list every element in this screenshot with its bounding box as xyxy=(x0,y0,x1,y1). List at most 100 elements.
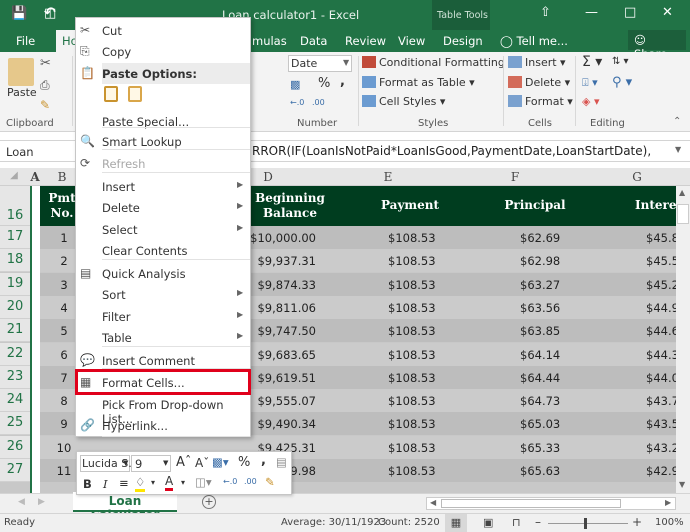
paste-button[interactable]: Paste xyxy=(7,86,37,99)
zoom-slider[interactable] xyxy=(548,523,628,524)
cell-beginning-balance[interactable]: $9,619.51 xyxy=(240,371,316,385)
col-header-d[interactable]: D xyxy=(258,170,278,184)
scroll-up-icon[interactable]: ▲ xyxy=(679,188,685,197)
merge-center-icon[interactable]: ▤ xyxy=(276,455,287,469)
decrease-decimal-icon[interactable]: .00 xyxy=(244,477,257,486)
cell-pmt-no[interactable]: 5 xyxy=(54,324,74,338)
menu-item-table[interactable]: Table ▶ xyxy=(76,327,250,348)
cell-principal[interactable]: $62.98 xyxy=(520,254,580,268)
cell-payment[interactable]: $108.53 xyxy=(388,324,448,338)
cell-principal[interactable]: $64.44 xyxy=(520,371,580,385)
menu-item-insert[interactable]: Insert ▶ xyxy=(76,176,250,197)
tell-me-box[interactable]: ◯ Tell me... xyxy=(500,34,568,48)
clear-icon[interactable]: ◈ ▾ xyxy=(582,95,599,108)
cell-payment[interactable]: $108.53 xyxy=(388,394,448,408)
cell-principal[interactable]: $63.56 xyxy=(520,301,580,315)
cell-payment[interactable]: $108.53 xyxy=(388,231,448,245)
cell-principal[interactable]: $65.03 xyxy=(520,417,580,431)
sheet-tab-loan-calculator[interactable]: Loan Calculator xyxy=(73,492,177,522)
add-sheet-button[interactable]: + xyxy=(202,495,216,509)
menu-item-quick-analysis[interactable]: ▤ Quick Analysis xyxy=(76,263,250,284)
number-format-select[interactable]: Date ▼ xyxy=(288,55,352,72)
zoom-in-button[interactable]: + xyxy=(632,515,642,529)
expand-formula-icon[interactable]: ▼ xyxy=(675,145,681,154)
save-button[interactable]: 💾 xyxy=(11,6,27,21)
col-header-g[interactable]: G xyxy=(627,170,647,184)
insert-cells-button[interactable]: Insert ▾ xyxy=(508,56,566,69)
menu-item-pick-from-dropdown[interactable]: Pick From Drop-down List... xyxy=(76,394,250,426)
cell-principal[interactable]: $65.63 xyxy=(520,464,580,478)
ribbon-display-icon[interactable]: ⇧ xyxy=(540,5,551,20)
fill-color-dropdown[interactable]: ▾ xyxy=(151,478,155,487)
cell-payment[interactable]: $108.53 xyxy=(388,278,448,292)
row-header[interactable]: 25 xyxy=(0,412,30,436)
paste-keep-source-icon[interactable] xyxy=(104,86,118,102)
minimize-icon[interactable]: — xyxy=(585,5,598,20)
undo-button[interactable]: ↶ xyxy=(44,5,56,21)
tab-file[interactable]: File xyxy=(16,34,35,48)
row-header[interactable]: 26 xyxy=(0,435,30,459)
increase-font-size-icon[interactable]: Aˆ xyxy=(176,455,191,470)
cell-pmt-no[interactable]: 8 xyxy=(54,394,74,408)
cell-beginning-balance[interactable]: $9,490.34 xyxy=(240,417,316,431)
comma-style-button[interactable]: , xyxy=(261,453,266,468)
menu-item-clear-contents[interactable]: Clear Contents xyxy=(76,240,250,261)
sort-filter-icon[interactable]: ⇅ ▾ xyxy=(612,56,629,67)
row-header[interactable]: 24 xyxy=(0,389,30,413)
conditional-formatting-button[interactable]: Conditional Formatting ▾ xyxy=(362,56,514,69)
menu-item-paste-special[interactable]: Paste Special... xyxy=(76,111,250,132)
menu-item-copy[interactable]: ⎘ Copy xyxy=(76,41,250,62)
scroll-thumb[interactable] xyxy=(677,204,689,224)
cell-beginning-balance[interactable]: $10,000.00 xyxy=(240,231,316,245)
prev-sheet-icon[interactable]: ◀ xyxy=(18,497,25,507)
cell-payment[interactable]: $108.53 xyxy=(388,301,448,315)
cell-beginning-balance[interactable]: $9,747.50 xyxy=(240,324,316,338)
cell-payment[interactable]: $108.53 xyxy=(388,417,448,431)
fill-icon[interactable]: ⍗ ▾ xyxy=(582,76,598,90)
row-header[interactable]: 20 xyxy=(0,295,30,319)
format-cells-ribbon-button[interactable]: Format ▾ xyxy=(508,95,573,108)
row-header-16[interactable]: 16 xyxy=(0,186,30,226)
formula-input[interactable]: RROR(IF(LoanIsNotPaid*LoanIsGood,Payment… xyxy=(252,144,651,158)
font-size-select[interactable]: 9 ▼ xyxy=(131,455,171,472)
row-header[interactable]: 19 xyxy=(0,272,30,296)
cell-principal[interactable]: $65.33 xyxy=(520,441,580,455)
header-principal[interactable]: Principal xyxy=(495,198,575,213)
menu-item-sort[interactable]: Sort ▶ xyxy=(76,284,250,305)
col-header-e[interactable]: E xyxy=(378,170,398,184)
select-all-corner[interactable]: ◢ xyxy=(8,170,20,181)
zoom-level[interactable]: 100% xyxy=(655,517,684,528)
horizontal-scrollbar[interactable]: ◀ ▶ xyxy=(426,497,676,510)
cell-beginning-balance[interactable]: $9,555.07 xyxy=(240,394,316,408)
menu-item-refresh[interactable]: ⟳ Refresh xyxy=(76,153,250,174)
header-payment[interactable]: Payment xyxy=(370,198,450,213)
tab-data[interactable]: Data xyxy=(300,34,327,48)
fill-color-icon[interactable]: ♢ xyxy=(135,475,146,492)
tab-formulas[interactable]: mulas xyxy=(252,34,287,48)
cell-principal[interactable]: $62.69 xyxy=(520,231,580,245)
row-header[interactable]: 17 xyxy=(0,226,30,249)
cell-pmt-no[interactable]: 6 xyxy=(54,348,74,362)
cell-beginning-balance[interactable]: $9,811.06 xyxy=(240,301,316,315)
scroll-left-icon[interactable]: ◀ xyxy=(430,498,436,507)
cell-principal[interactable]: $63.27 xyxy=(520,278,580,292)
comma-style-button[interactable]: , xyxy=(340,74,345,89)
row-header[interactable]: 27 xyxy=(0,459,30,482)
autosum-icon[interactable]: Σ ▾ xyxy=(582,54,602,70)
scroll-right-icon[interactable]: ▶ xyxy=(665,498,671,507)
find-select-icon[interactable]: ⚲ ▾ xyxy=(612,75,632,90)
cell-principal[interactable]: $63.85 xyxy=(520,324,580,338)
format-painter-icon[interactable]: ✎ xyxy=(265,475,275,489)
cell-payment[interactable]: $108.53 xyxy=(388,441,448,455)
tab-design[interactable]: Design xyxy=(443,34,483,48)
percent-style-button[interactable]: % xyxy=(238,455,250,470)
format-painter-icon[interactable]: ✎ xyxy=(40,98,50,112)
col-header-f[interactable]: F xyxy=(505,170,525,184)
page-layout-icon[interactable]: ▣ xyxy=(483,516,493,529)
increase-decimal-icon[interactable]: ←.0 xyxy=(290,98,304,107)
borders-icon[interactable]: ◫▾ xyxy=(195,475,212,489)
cell-payment[interactable]: $108.53 xyxy=(388,464,448,478)
decrease-decimal-icon[interactable]: .00 xyxy=(312,98,325,107)
delete-cells-button[interactable]: Delete ▾ xyxy=(508,76,570,89)
menu-item-hyperlink[interactable]: 🔗 Hyperlink... xyxy=(76,415,250,436)
